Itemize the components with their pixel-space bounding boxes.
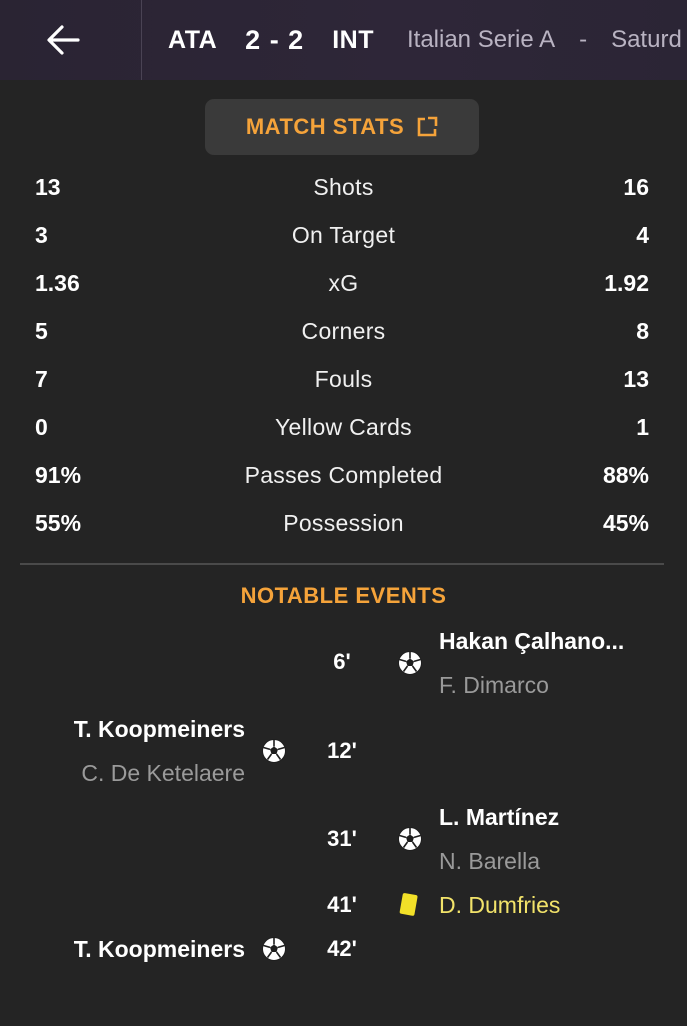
- expand-icon: [417, 116, 438, 137]
- football-icon: [398, 827, 422, 851]
- match-stats-button[interactable]: MATCH STATS: [205, 99, 479, 155]
- competition: Italian Serie A - Saturd: [407, 26, 682, 54]
- football-icon: [262, 937, 286, 961]
- stat-row-on-target: 3 On Target 4: [0, 212, 687, 260]
- event-minute: 12': [327, 738, 357, 763]
- stat-row-yellow-cards: 0 Yellow Cards 1: [0, 404, 687, 452]
- event-minute: 31': [327, 826, 357, 851]
- away-value: 45%: [602, 510, 649, 536]
- away-value: 16: [623, 174, 649, 200]
- away-value: 4: [636, 222, 649, 248]
- match-header: ATA 2 - 2 INT Italian Serie A - Saturd: [0, 0, 687, 80]
- arrow-left-icon: [47, 25, 80, 55]
- stat-label: On Target: [291, 222, 396, 248]
- stat-row-fouls: 7 Fouls 13: [0, 356, 687, 404]
- stat-label: Shots: [313, 174, 374, 200]
- football-icon: [398, 651, 422, 675]
- stat-label: Possession: [283, 510, 404, 536]
- stat-label: Fouls: [314, 366, 373, 392]
- stat-label: Corners: [301, 318, 386, 344]
- event-assist: N. Barella: [439, 848, 540, 874]
- stat-label: Passes Completed: [244, 462, 443, 488]
- divider: [20, 563, 664, 565]
- separator: -: [579, 26, 588, 53]
- stat-row-xg: 1.36 xG 1.92: [0, 260, 687, 308]
- event-scorer: Hakan Çalhano...: [439, 628, 625, 654]
- stat-label: Yellow Cards: [275, 414, 412, 440]
- yellow-card-icon: [399, 893, 418, 916]
- event-scorer: T. Koopmeiners: [73, 716, 245, 742]
- stats-table: 13 Shots 16 3 On Target 4 1.36 xG 1.92 5…: [0, 164, 687, 548]
- away-value: 88%: [602, 462, 649, 488]
- away-value: 1.92: [604, 270, 649, 296]
- away-value: 8: [636, 318, 649, 344]
- event-assist: F. Dimarco: [439, 672, 549, 698]
- event-scorer: T. Koopmeiners: [73, 936, 245, 962]
- away-team: INT: [332, 25, 374, 54]
- event-scorer: L. Martínez: [439, 804, 560, 830]
- stat-row-corners: 5 Corners 8: [0, 308, 687, 356]
- score-line: ATA 2 - 2 INT Italian Serie A - Saturd: [142, 25, 682, 56]
- back-button[interactable]: [0, 0, 142, 80]
- away-value: 13: [623, 366, 649, 392]
- event-minute: 42': [327, 936, 357, 961]
- home-team: ATA: [168, 25, 218, 54]
- event-assist: C. De Ketelaere: [81, 760, 245, 786]
- notable-events-title: NOTABLE EVENTS: [240, 583, 447, 608]
- stat-row-shots: 13 Shots 16: [0, 164, 687, 212]
- stat-row-possession: 55% Possession 45%: [0, 500, 687, 548]
- competition-name: Italian Serie A: [406, 26, 556, 53]
- event-minute: 6': [333, 649, 351, 674]
- event-player: D. Dumfries: [439, 892, 561, 918]
- away-value: 1: [636, 414, 649, 440]
- score: 2 - 2: [245, 24, 305, 55]
- match-date: Saturd: [611, 26, 682, 53]
- match-stats-label: MATCH STATS: [245, 114, 405, 139]
- football-icon: [262, 739, 286, 763]
- stat-label: xG: [328, 270, 359, 296]
- event-minute: 41': [327, 892, 357, 917]
- stat-row-passes-completed: 91% Passes Completed 88%: [0, 452, 687, 500]
